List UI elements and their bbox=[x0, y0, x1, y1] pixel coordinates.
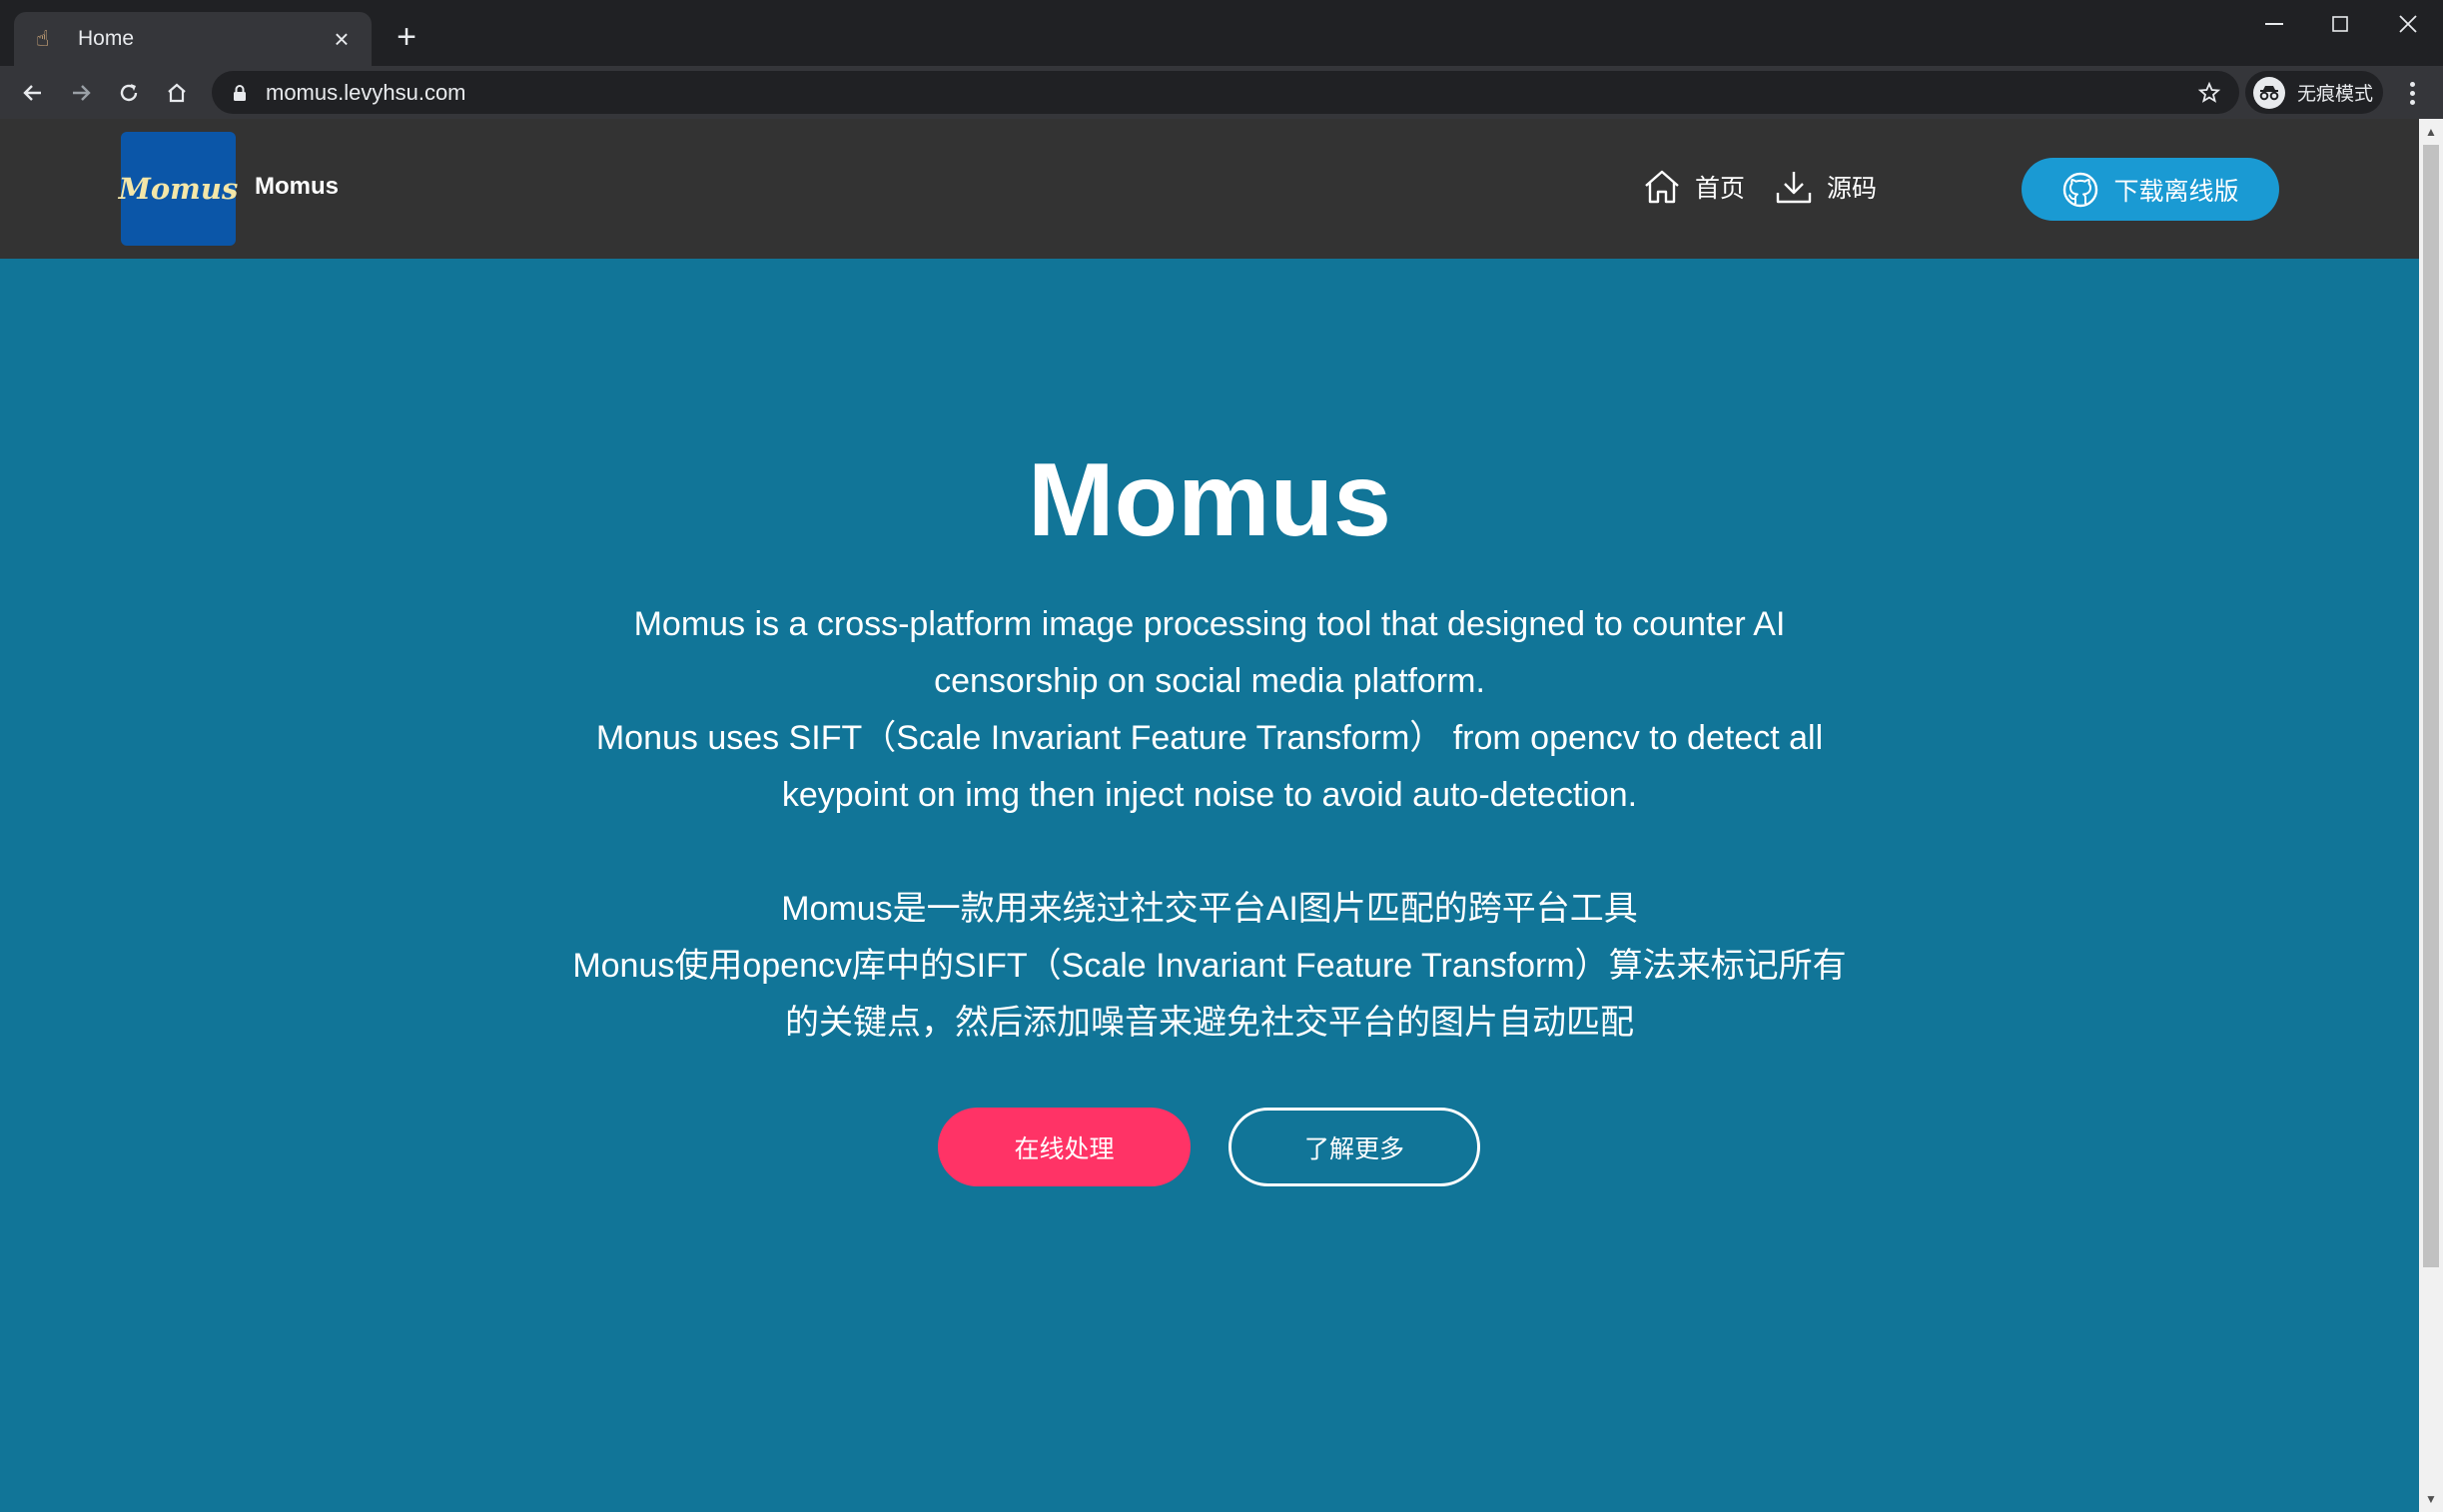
pointing-hand-icon: ☝ bbox=[36, 26, 50, 51]
github-icon bbox=[2063, 172, 2098, 207]
nav-home-label: 首页 bbox=[1695, 175, 1746, 203]
hero-desc-en-4: keypoint on img then inject noise to avo… bbox=[781, 776, 1638, 814]
hero-desc-zh-3: 的关键点，然后添加噪音来避免社交平台的图片自动匹配 bbox=[785, 1004, 1634, 1042]
address-bar[interactable]: momus.levyhsu.com bbox=[212, 71, 2239, 114]
lock-icon bbox=[234, 84, 246, 101]
hero-desc-en-2: censorship on social media platform. bbox=[934, 662, 1485, 700]
hero-desc-zh-1: Momus是一款用来绕过社交平台AI图片匹配的跨平台工具 bbox=[781, 890, 1638, 928]
window-close-icon[interactable] bbox=[2373, 0, 2443, 48]
site-logo[interactable]: Momus bbox=[119, 132, 238, 246]
nav-home[interactable]: 首页 bbox=[1643, 169, 1745, 205]
page-scrollbar[interactable]: ▲ ▼ bbox=[2419, 119, 2443, 1512]
site-header: Momus Momus 首页 源码 下载离线版 bbox=[0, 119, 2419, 259]
scroll-down-icon[interactable]: ▼ bbox=[2419, 1488, 2443, 1510]
home-icon bbox=[1645, 170, 1679, 204]
download-offline-button[interactable]: 下载离线版 bbox=[2022, 158, 2279, 221]
browser-toolbar: momus.levyhsu.com 无痕模式 bbox=[0, 66, 2443, 119]
incognito-icon bbox=[2253, 76, 2285, 109]
home-button[interactable] bbox=[158, 74, 196, 112]
maximize-icon[interactable] bbox=[2305, 0, 2375, 48]
online-process-button[interactable]: 在线处理 bbox=[938, 1108, 1191, 1186]
scroll-thumb[interactable] bbox=[2423, 145, 2439, 1267]
download-icon bbox=[1776, 172, 1812, 204]
learn-more-button[interactable]: 了解更多 bbox=[1228, 1108, 1480, 1186]
hero-desc-zh-2: Monus使用opencv库中的SIFT（Scale Invariant Fea… bbox=[572, 947, 1847, 985]
page-viewport: Momus Momus 首页 源码 下载离线版 Momus Momus is a… bbox=[0, 119, 2419, 1512]
incognito-indicator[interactable]: 无痕模式 bbox=[2245, 71, 2383, 114]
browser-menu-icon[interactable] bbox=[2397, 78, 2427, 108]
forward-button[interactable] bbox=[62, 74, 100, 112]
scroll-up-icon[interactable]: ▲ bbox=[2419, 121, 2443, 143]
incognito-label: 无痕模式 bbox=[2297, 84, 2374, 105]
bookmark-star-icon[interactable] bbox=[2197, 81, 2221, 105]
nav-source[interactable]: 源码 bbox=[1775, 169, 1877, 205]
hero-desc-en-1: Momus is a cross-platform image processi… bbox=[633, 605, 1786, 643]
tab-strip: ☝ Home × + bbox=[0, 0, 2443, 66]
new-tab-button[interactable]: + bbox=[390, 20, 423, 54]
back-button[interactable] bbox=[14, 74, 52, 112]
hero-desc-en-3: Monus uses SIFT（Scale Invariant Feature … bbox=[595, 719, 1824, 757]
hero-title: Momus bbox=[1028, 442, 1391, 558]
close-tab-icon[interactable]: × bbox=[328, 24, 356, 54]
browser-tab[interactable]: ☝ Home × bbox=[14, 12, 372, 66]
reload-button[interactable] bbox=[110, 74, 148, 112]
url-text: momus.levyhsu.com bbox=[266, 79, 466, 105]
tab-title: Home bbox=[78, 27, 135, 50]
nav-source-label: 源码 bbox=[1827, 175, 1878, 203]
download-offline-label: 下载离线版 bbox=[2113, 177, 2239, 206]
minimize-icon[interactable] bbox=[2239, 0, 2309, 48]
site-brand[interactable]: Momus bbox=[255, 173, 339, 201]
